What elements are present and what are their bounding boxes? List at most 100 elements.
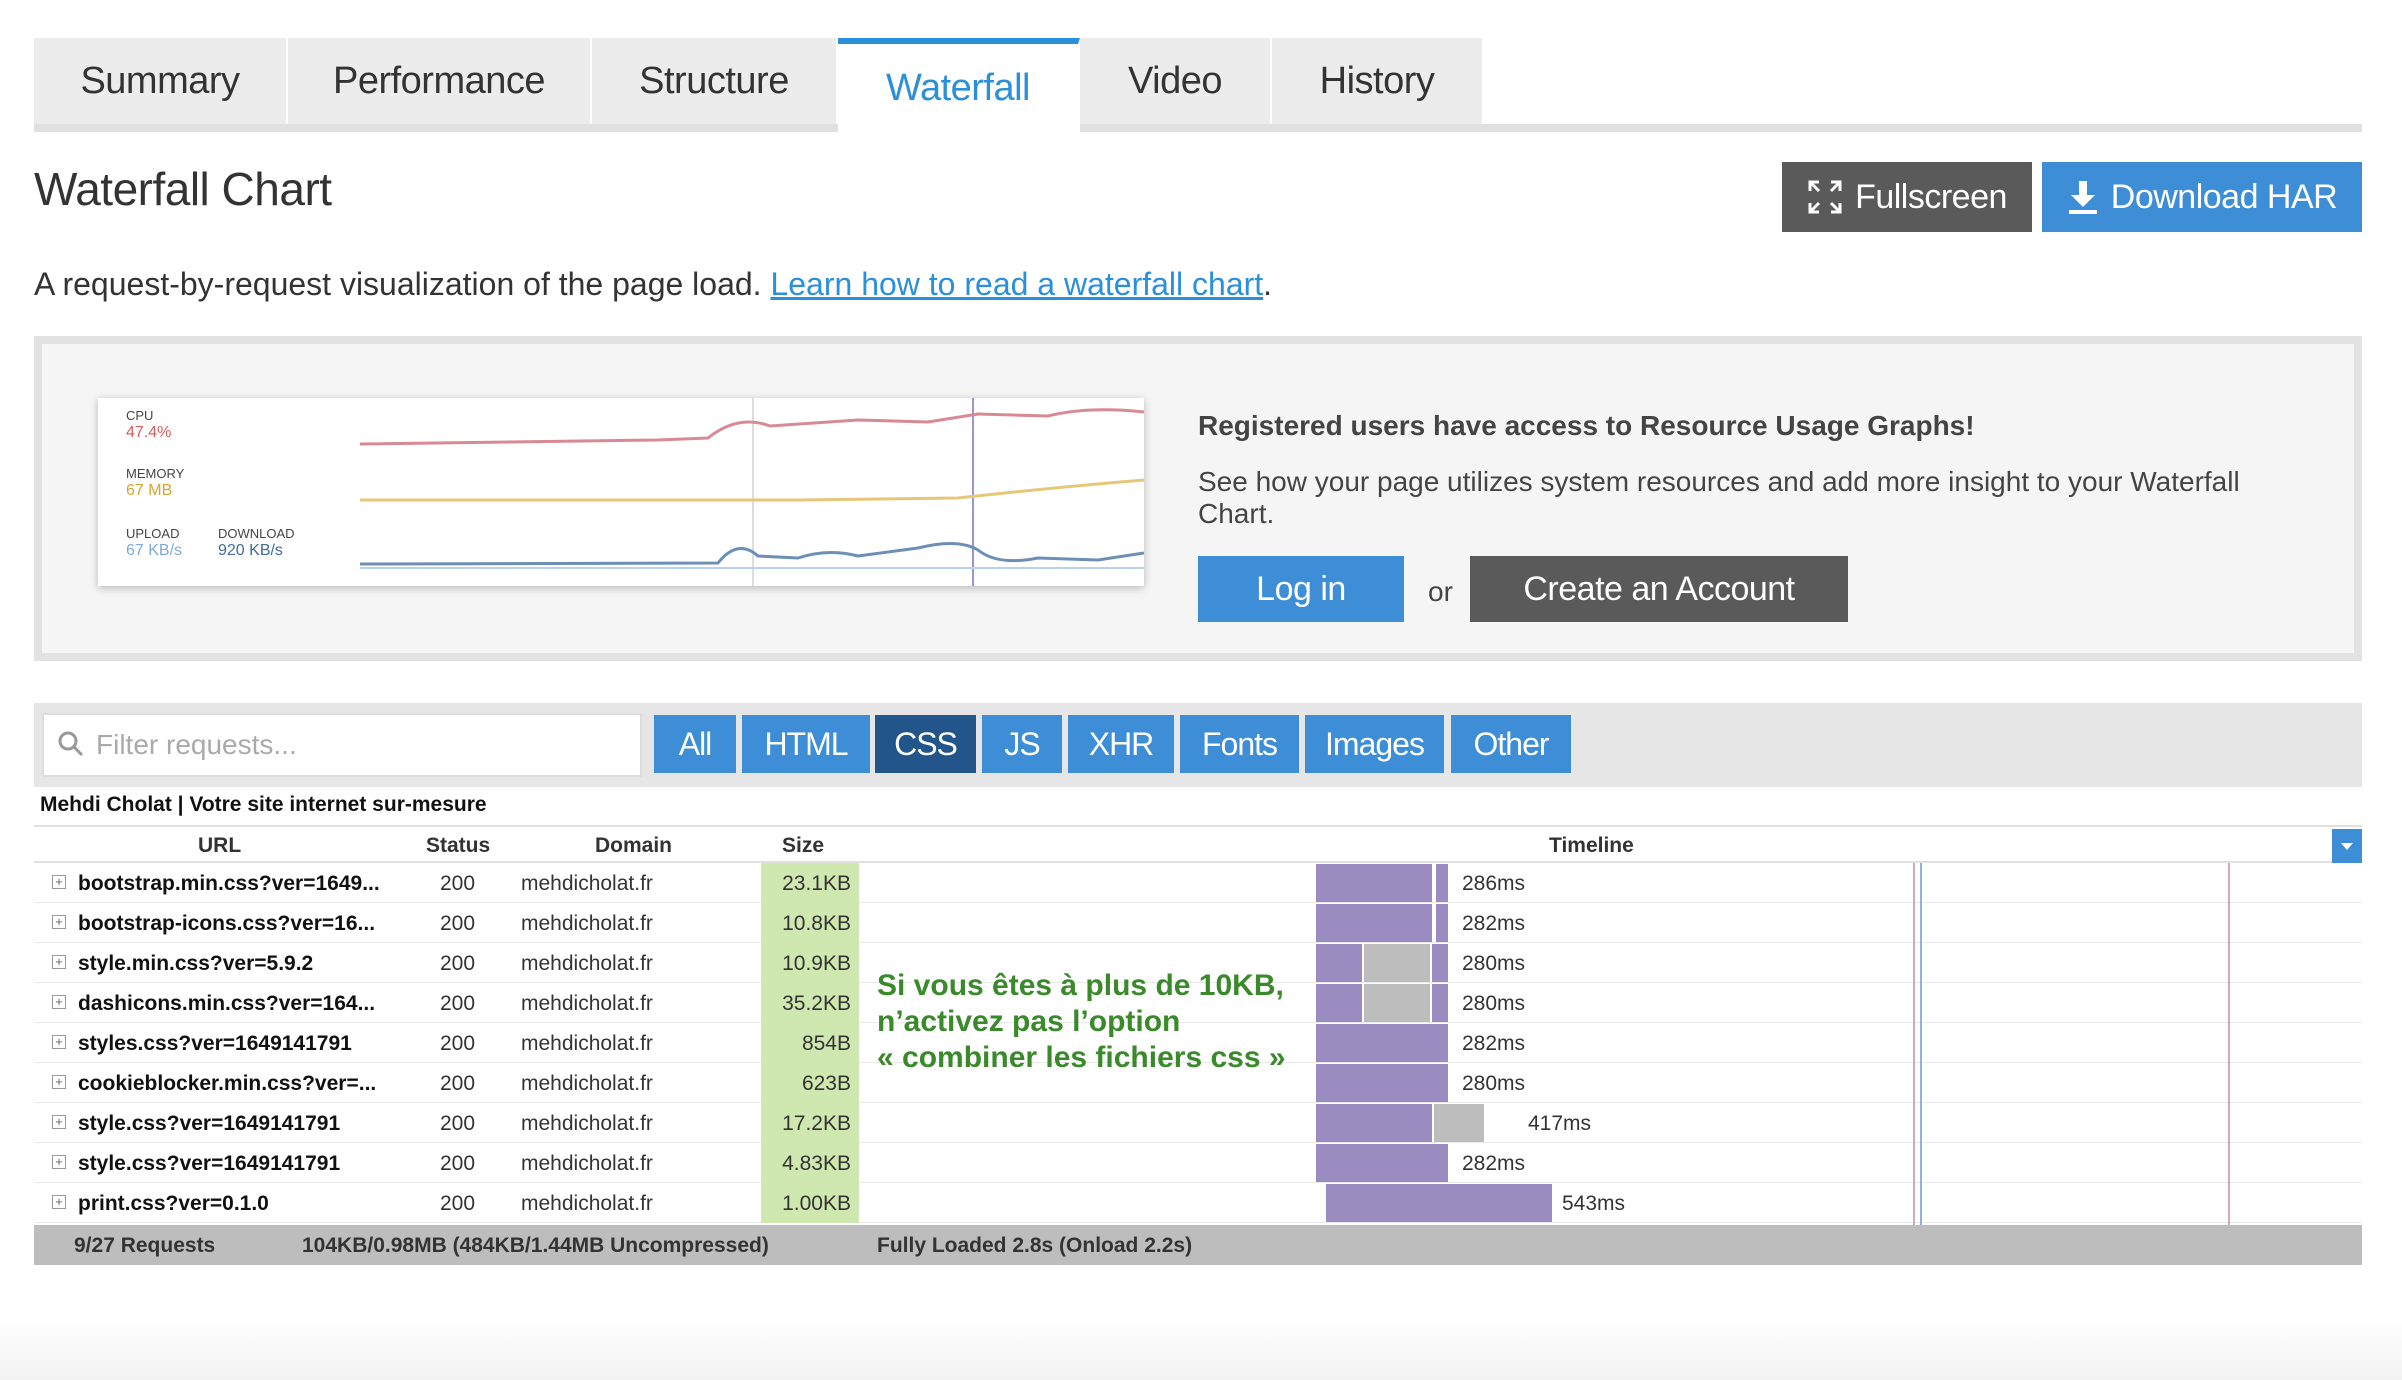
col-domain[interactable]: Domain [595, 834, 672, 858]
request-url: dashicons.min.css?ver=164... [78, 992, 376, 1015]
promo-text: See how your page utilizes system resour… [1198, 466, 2240, 529]
timeline-bar [1316, 1104, 1432, 1142]
timeline-bar [1316, 904, 1432, 942]
request-time: 282ms [1462, 1152, 1526, 1175]
filter-css-button[interactable]: CSS [875, 715, 976, 773]
timeline-bar [1316, 1024, 1448, 1062]
request-domain: mehdicholat.fr [521, 1072, 653, 1095]
expand-row-icon[interactable]: + [52, 1035, 66, 1049]
tab-history[interactable]: History [1272, 38, 1484, 124]
request-status: 200 [440, 872, 476, 895]
request-domain: mehdicholat.fr [521, 872, 653, 895]
request-status: 200 [440, 992, 476, 1015]
request-size: 854B [761, 1023, 859, 1063]
description-end: . [1263, 266, 1273, 302]
filter-js-button[interactable]: JS [982, 715, 1062, 773]
timeline-bar [1434, 1104, 1464, 1142]
tab-performance[interactable]: Performance [288, 38, 592, 124]
resource-usage-graph-preview: CPU 47.4% MEMORY 67 MB UPLOAD 67 KB/s DO… [98, 398, 1144, 586]
resource-graph-lines [359, 398, 1144, 586]
download-har-button[interactable]: Download HAR [2042, 162, 2362, 232]
note-line: « combiner les fichiers css » [877, 1041, 1286, 1074]
timeline-bar [1316, 1064, 1448, 1102]
expand-icon [1808, 180, 1842, 214]
request-size: 23.1KB [761, 863, 859, 903]
request-status: 200 [440, 912, 476, 935]
request-time: 280ms [1462, 992, 1526, 1015]
col-url[interactable]: URL [198, 834, 241, 858]
search-icon [58, 731, 84, 757]
request-url: style.css?ver=1649141791 [78, 1112, 341, 1135]
timeline-bar [1364, 944, 1430, 982]
table-row[interactable]: + style.css?ver=1649141791 200 mehdicholat.… [34, 1103, 2362, 1143]
request-time: 282ms [1462, 1032, 1526, 1055]
download-icon [2068, 181, 2097, 214]
timeline-bar [1436, 864, 1448, 902]
request-size: 10.9KB [761, 943, 859, 983]
request-status: 200 [440, 1152, 476, 1175]
request-url: bootstrap.min.css?ver=1649... [78, 872, 380, 895]
request-size: 623B [761, 1063, 859, 1103]
request-domain: mehdicholat.fr [521, 912, 653, 935]
request-url: style.min.css?ver=5.9.2 [78, 952, 314, 975]
table-row[interactable]: + style.css?ver=1649141791 200 mehdicholat.… [34, 1143, 2362, 1183]
request-time: 543ms [1562, 1192, 1626, 1215]
request-size: 4.83KB [761, 1143, 859, 1183]
request-url: print.css?ver=0.1.0 [78, 1192, 269, 1215]
filter-fonts-button[interactable]: Fonts [1180, 715, 1299, 773]
filter-bar: Filter requests... All HTML CSS JS XHR F… [34, 703, 2362, 787]
fullscreen-label: Fullscreen [1855, 177, 2007, 216]
filter-requests-input[interactable]: Filter requests... [42, 713, 642, 777]
download-har-label: Download HAR [2110, 177, 2338, 216]
promo-title: Registered users have access to Resource… [1198, 410, 1975, 441]
col-timeline[interactable]: Timeline [1549, 834, 1634, 858]
expand-row-icon[interactable]: + [52, 955, 66, 969]
learn-waterfall-link[interactable]: Learn how to read a waterfall chart [770, 266, 1263, 302]
table-row[interactable]: + bootstrap-icons.css?ver=16... 200 mehdich… [34, 903, 2362, 943]
expand-row-icon[interactable]: + [52, 875, 66, 889]
note-line: Si vous êtes à plus de 10KB, [877, 969, 1284, 1002]
footer-requests: 9/27 Requests [74, 1234, 216, 1257]
tab-summary[interactable]: Summary [34, 38, 288, 124]
filter-html-button[interactable]: HTML [742, 715, 870, 773]
request-domain: mehdicholat.fr [521, 952, 653, 975]
table-row[interactable]: + bootstrap.min.css?ver=1649... 200 mehdich… [34, 863, 2362, 903]
request-status: 200 [440, 952, 476, 975]
header: Waterfall Chart Fullscreen Download HAR [34, 132, 2362, 282]
expand-row-icon[interactable]: + [52, 1195, 66, 1209]
expand-row-icon[interactable]: + [52, 1075, 66, 1089]
fully-loaded-line [2228, 863, 2230, 1263]
timeline-bar [1432, 984, 1448, 1022]
request-time: 280ms [1462, 952, 1526, 975]
tab-waterfall[interactable]: Waterfall [838, 38, 1080, 132]
timeline-dropdown-button[interactable] [2332, 829, 2362, 863]
tab-video[interactable]: Video [1080, 38, 1272, 124]
table-row[interactable]: + print.css?ver=0.1.0 200 mehdicholat.fr 1.0… [34, 1183, 2362, 1223]
request-domain: mehdicholat.fr [521, 1192, 653, 1215]
request-size: 17.2KB [761, 1103, 859, 1143]
timeline-bar [1316, 1144, 1448, 1182]
timeline-bar [1432, 944, 1448, 982]
col-size[interactable]: Size [782, 834, 824, 858]
dom-loaded-line [1913, 863, 1915, 1263]
filter-all-button[interactable]: All [654, 715, 736, 773]
tested-page-title: Mehdi Cholat | Votre site internet sur-m… [40, 793, 487, 816]
filter-other-button[interactable]: Other [1451, 715, 1571, 773]
request-status: 200 [440, 1112, 476, 1135]
create-account-button[interactable]: Create an Account [1470, 556, 1848, 622]
filter-images-button[interactable]: Images [1305, 715, 1444, 773]
filter-xhr-button[interactable]: XHR [1068, 715, 1174, 773]
expand-row-icon[interactable]: + [52, 1155, 66, 1169]
request-domain: mehdicholat.fr [521, 1152, 653, 1175]
annotation-note: Si vous êtes à plus de 10KB, n’activez p… [877, 968, 1286, 1076]
col-status[interactable]: Status [426, 834, 490, 858]
expand-row-icon[interactable]: + [52, 995, 66, 1009]
expand-row-icon[interactable]: + [52, 1115, 66, 1129]
tab-structure[interactable]: Structure [592, 38, 838, 124]
footer-loaded: Fully Loaded 2.8s (Onload 2.2s) [877, 1234, 1193, 1257]
login-button[interactable]: Log in [1198, 556, 1404, 622]
fullscreen-button[interactable]: Fullscreen [1782, 162, 2032, 232]
request-domain: mehdicholat.fr [521, 992, 653, 1015]
expand-row-icon[interactable]: + [52, 915, 66, 929]
timeline-bar [1364, 984, 1430, 1022]
